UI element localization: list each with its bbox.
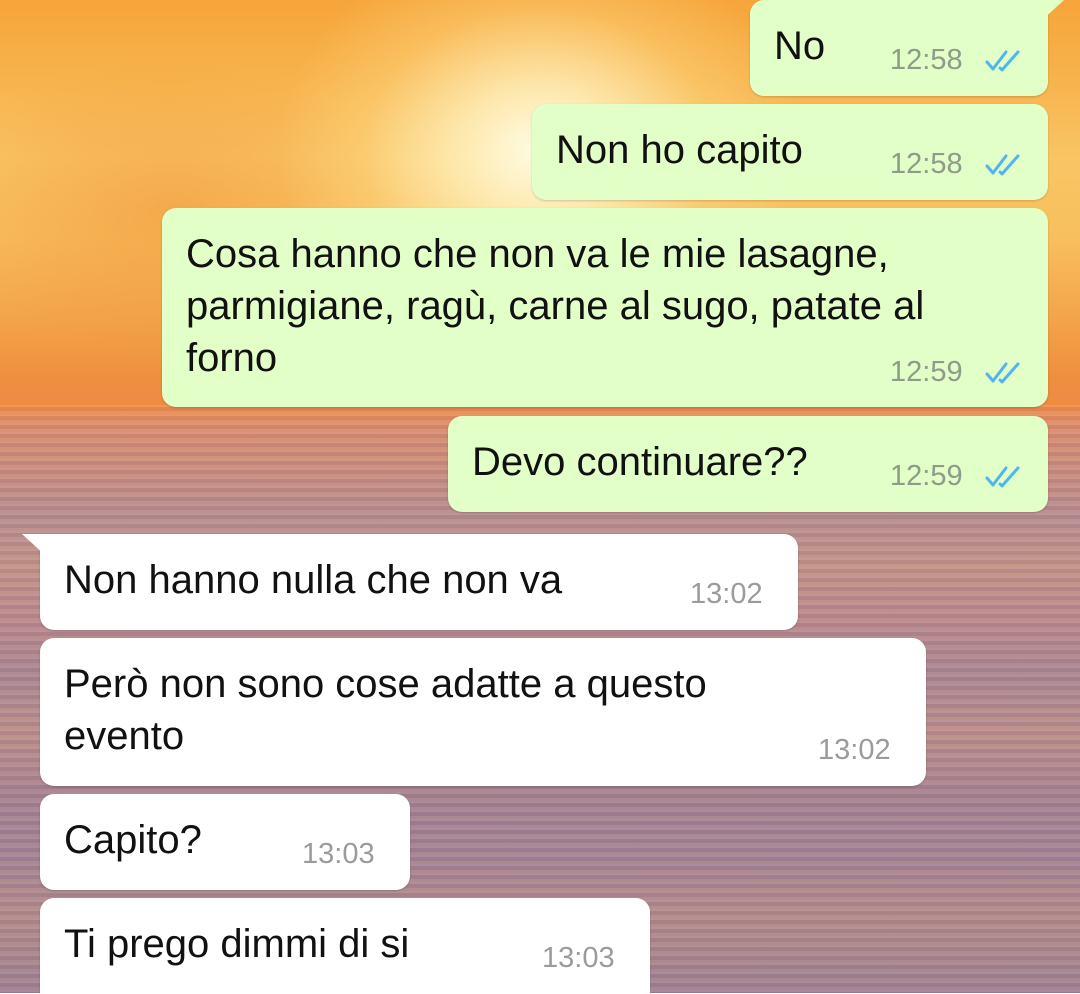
bubble-tail xyxy=(1040,0,1064,22)
message-list[interactable]: No 12:58 Non ho capito 12:58 Cosa hanno … xyxy=(0,0,1080,994)
message-time: 13:03 xyxy=(542,942,615,974)
message-text-line: forno xyxy=(186,336,278,380)
message-time: 12:58 xyxy=(890,44,963,76)
message-text: Capito? xyxy=(64,818,202,862)
message-time: 13:02 xyxy=(690,578,763,610)
incoming-message[interactable]: Capito? 13:03 xyxy=(40,794,410,890)
message-text: Devo continuare?? xyxy=(472,440,808,484)
message-time: 12:59 xyxy=(890,356,963,388)
message-time: 13:03 xyxy=(302,838,375,870)
double-check-icon xyxy=(985,466,1020,488)
double-check-icon xyxy=(985,154,1020,176)
message-text-line: Cosa hanno che non va le mie lasagne, xyxy=(186,232,889,276)
incoming-message[interactable]: Ti prego dimmi di si 13:03 xyxy=(40,898,650,994)
incoming-message[interactable]: Però non sono cose adatte a questo event… xyxy=(40,638,926,786)
message-text: Non hanno nulla che non va xyxy=(64,558,563,602)
outgoing-message[interactable]: No 12:58 xyxy=(750,0,1064,96)
outgoing-message[interactable]: Cosa hanno che non va le mie lasagne, pa… xyxy=(162,208,1048,407)
message-time: 12:58 xyxy=(890,148,963,180)
outgoing-message[interactable]: Devo continuare?? 12:59 xyxy=(448,416,1048,512)
incoming-message[interactable]: Non hanno nulla che non va 13:02 xyxy=(22,534,798,630)
message-time: 12:59 xyxy=(890,460,963,492)
message-text-line: evento xyxy=(64,714,185,758)
bubble-tail xyxy=(22,534,46,556)
message-text: No xyxy=(774,24,826,68)
message-text: Ti prego dimmi di si xyxy=(64,922,410,966)
double-check-icon xyxy=(985,50,1020,72)
message-text: Non ho capito xyxy=(556,128,803,172)
double-check-icon xyxy=(985,362,1020,384)
message-text-line: Però non sono cose adatte a questo xyxy=(64,662,707,706)
message-time: 13:02 xyxy=(818,734,891,766)
message-text-line: parmigiane, ragù, carne al sugo, patate … xyxy=(186,284,925,328)
outgoing-message[interactable]: Non ho capito 12:58 xyxy=(532,104,1048,200)
